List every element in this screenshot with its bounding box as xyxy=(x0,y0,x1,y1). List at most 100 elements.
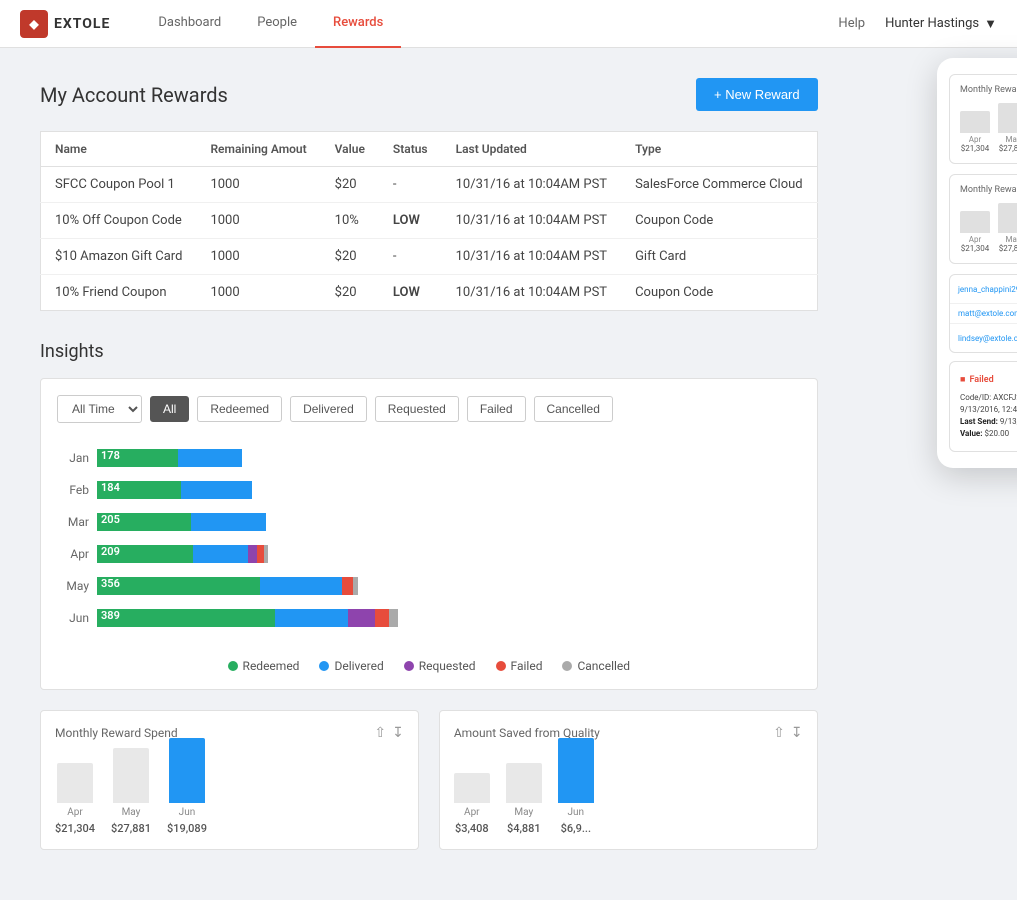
new-reward-button[interactable]: + New Reward xyxy=(696,78,818,111)
filter-failed[interactable]: Failed xyxy=(467,396,526,422)
redeemed-bar: 389 xyxy=(97,609,275,627)
phone-bar xyxy=(998,203,1017,233)
bar-row: Apr 209 xyxy=(57,543,801,565)
col-remaining: Remaining Amout xyxy=(196,132,320,167)
failed-bar xyxy=(342,577,353,595)
legend-redeemed-label: Redeemed xyxy=(243,659,300,673)
delivered-bar xyxy=(260,577,342,595)
redeemed-bar: 356 xyxy=(97,577,260,595)
phone-email[interactable]: jenna_chappini299@aol.com xyxy=(958,285,1017,294)
cell-name[interactable]: 10% Friend Coupon xyxy=(41,275,197,311)
requested-bar xyxy=(348,609,375,627)
col-type: Type xyxy=(621,132,817,167)
legend-cancelled-label: Cancelled xyxy=(577,659,630,673)
logo: ◆ EXTOLE xyxy=(20,10,110,38)
mini-bar-label: Apr xyxy=(67,807,83,818)
phone-bar-value: $27,881 xyxy=(999,144,1017,153)
mini-bar-value: $19,089 xyxy=(167,822,207,835)
bar-value-redeemed: 356 xyxy=(97,577,260,590)
phone-failed-header: ■ Failed Resend xyxy=(960,372,1017,387)
legend-delivered-label: Delivered xyxy=(334,659,383,673)
bar-label: Jan xyxy=(57,451,89,465)
mini-bar-group: Jun $19,089 xyxy=(167,738,207,835)
legend-failed: Failed xyxy=(496,659,543,673)
cell-name[interactable]: $10 Amazon Gift Card xyxy=(41,239,197,275)
last-send-line: Last Send: 9/13/2016, 12:47:03 PM PDT xyxy=(960,417,1017,426)
download-icon-2[interactable]: ↧ xyxy=(791,725,803,741)
share-icon[interactable]: ⇧ xyxy=(374,725,386,741)
phone-overlay: Monthly Reward Spend Apr $21,304 May $27… xyxy=(937,58,1017,468)
delivered-bar xyxy=(193,545,248,563)
share-icon-2[interactable]: ⇧ xyxy=(773,725,785,741)
mini-bar-group: Apr $3,408 xyxy=(454,773,490,835)
bar-value-redeemed: 184 xyxy=(97,481,181,494)
filter-all[interactable]: All xyxy=(150,396,189,422)
mini-bar xyxy=(57,763,93,803)
bar-value-redeemed: 178 xyxy=(97,449,178,462)
mini-bar xyxy=(169,738,205,803)
filter-redeemed[interactable]: Redeemed xyxy=(197,396,282,422)
phone-bar xyxy=(960,111,990,133)
phone-list-row: lindsey@extole.com $10 Prepaid Visa 10/1… xyxy=(950,324,1017,352)
cell-type: Gift Card xyxy=(621,239,817,275)
bar-group: 205 xyxy=(97,511,266,533)
redeemed-bar: 205 xyxy=(97,513,191,531)
bar-value-redeemed: 209 xyxy=(97,545,193,558)
phone-email[interactable]: lindsey@extole.com xyxy=(958,334,1017,343)
delivered-bar xyxy=(178,449,242,467)
phone-card2-title: Monthly Reward Spend xyxy=(960,185,1017,195)
bar-track: 209 xyxy=(97,543,801,565)
mini-bar-group: May $27,881 xyxy=(111,748,151,835)
filter-delivered[interactable]: Delivered xyxy=(290,396,367,422)
mini-bar xyxy=(558,738,594,803)
code-line: Code/ID: AXCFJ20 xyxy=(960,393,1017,402)
cell-lastupdated: 10/31/16 at 10:04AM PST xyxy=(442,203,621,239)
legend-requested-label: Requested xyxy=(419,659,476,673)
nav-user[interactable]: Hunter Hastings ▼ xyxy=(885,16,997,32)
mini-bar-value: $21,304 xyxy=(55,822,95,835)
monthly-spend-title: Monthly Reward Spend xyxy=(55,726,178,740)
cancelled-bar xyxy=(264,545,268,563)
chart-filters: All Time All Redeemed Delivered Requeste… xyxy=(57,395,801,423)
phone-failed-badge: ■ Failed xyxy=(960,374,994,385)
phone-email[interactable]: matt@extole.com xyxy=(958,309,1017,318)
cell-type: SalesForce Commerce Cloud xyxy=(621,167,817,203)
cell-name[interactable]: SFCC Coupon Pool 1 xyxy=(41,167,197,203)
bar-chart: Jan 178 Feb 184 xyxy=(57,443,801,643)
phone-bar-value: $21,304 xyxy=(961,244,990,253)
filter-cancelled[interactable]: Cancelled xyxy=(534,396,613,422)
rewards-table: Name Remaining Amout Value Status Last U… xyxy=(40,131,818,311)
cell-remaining: 1000 xyxy=(196,275,320,311)
mini-bar-label: May xyxy=(122,807,141,818)
redeemed-bar: 184 xyxy=(97,481,181,499)
failed-icon: ■ xyxy=(960,374,965,385)
time-filter-select[interactable]: All Time xyxy=(57,395,142,423)
filter-requested[interactable]: Requested xyxy=(375,396,459,422)
mini-bar-group: Jun $6,9... xyxy=(558,738,594,835)
nav-links: Dashboard People Rewards xyxy=(140,0,401,48)
cell-status: LOW xyxy=(379,275,442,311)
monthly-spend-header: Monthly Reward Spend ⇧ ↧ xyxy=(55,725,404,741)
cell-name[interactable]: 10% Off Coupon Code xyxy=(41,203,197,239)
cancelled-bar xyxy=(389,609,398,627)
value-label: Value: xyxy=(960,429,983,438)
nav-rewards[interactable]: Rewards xyxy=(315,0,401,48)
chart-legend: Redeemed Delivered Requested Failed xyxy=(57,659,801,673)
cell-value: $20 xyxy=(321,167,379,203)
bar-label: Mar xyxy=(57,515,89,529)
bar-row: Feb 184 xyxy=(57,479,801,501)
phone-bar-group: Apr $21,304 xyxy=(960,111,990,153)
requested-dot xyxy=(404,661,414,671)
phone-bar-label: Apr xyxy=(969,135,981,144)
nav-help[interactable]: Help xyxy=(838,16,865,31)
download-icon[interactable]: ↧ xyxy=(392,725,404,741)
cell-remaining: 1000 xyxy=(196,167,320,203)
redeemed-bar: 178 xyxy=(97,449,178,467)
mini-bar-value: $6,9... xyxy=(561,822,591,835)
nav-people[interactable]: People xyxy=(239,0,315,48)
cell-lastupdated: 10/31/16 at 10:04AM PST xyxy=(442,167,621,203)
nav-dashboard[interactable]: Dashboard xyxy=(140,0,239,48)
mini-bar xyxy=(454,773,490,803)
cell-type: Coupon Code xyxy=(621,275,817,311)
redeemed-dot xyxy=(228,661,238,671)
